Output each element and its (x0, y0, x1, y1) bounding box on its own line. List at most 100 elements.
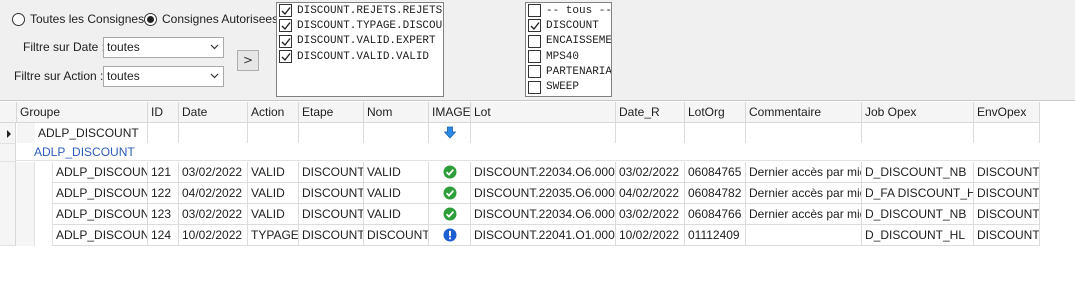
column-header-id[interactable]: ID (148, 102, 179, 123)
cell-date-r[interactable]: 03/02/2022 (616, 204, 685, 225)
apply-filter-button[interactable]: > (237, 50, 259, 71)
cell-date[interactable]: 03/02/2022 (179, 204, 248, 225)
filter-cell-groupe[interactable]: ADLP_DISCOUNT (35, 123, 148, 144)
cell-action[interactable]: VALID (248, 204, 299, 225)
column-header-etape[interactable]: Etape (299, 102, 364, 123)
column-header-image[interactable]: IMAGE (429, 102, 471, 123)
cell-groupe[interactable]: ADLP_DISCOUNT (53, 183, 148, 204)
consigne-item[interactable]: DISCOUNT.VALID.EXPERT (277, 34, 443, 49)
cell-nom[interactable]: VALID (364, 162, 429, 183)
row-indicator[interactable] (0, 144, 16, 162)
cell-date-r[interactable]: 04/02/2022 (616, 183, 685, 204)
filter-arrow-down-icon[interactable] (443, 126, 456, 139)
checkbox-unchecked[interactable] (528, 34, 541, 48)
cell-groupe[interactable]: ADLP_DISCOUNT (53, 204, 148, 225)
cell-envopex[interactable]: DISCOUNT (974, 225, 1040, 246)
cell-lot[interactable]: DISCOUNT.22034.O6.0002 (471, 204, 616, 225)
filter-cell-lotorg[interactable] (685, 123, 746, 144)
column-header-date[interactable]: Date (179, 102, 248, 123)
cell-envopex[interactable]: DISCOUNT (974, 183, 1040, 204)
group-item[interactable]: DISCOUNT (526, 18, 611, 33)
radio-circle-selected[interactable] (144, 12, 157, 26)
cell-lotorg[interactable]: 06084766 (685, 204, 746, 225)
group-item[interactable]: SWEEP (526, 79, 611, 94)
filter-cell-date[interactable] (179, 123, 248, 144)
column-header-lotorg[interactable]: LotOrg (685, 102, 746, 123)
cell-lotorg[interactable]: 01112409 (685, 225, 746, 246)
date-filter-select[interactable]: toutes (103, 37, 224, 58)
cell-image[interactable] (429, 225, 471, 246)
cell-date-r[interactable]: 03/02/2022 (616, 162, 685, 183)
cell-id[interactable]: 121 (148, 162, 179, 183)
checkbox-unchecked[interactable] (528, 4, 541, 18)
checkbox-checked[interactable] (279, 34, 292, 48)
consigne-item[interactable]: DISCOUNT.VALID.VALID (277, 49, 443, 64)
column-header-date-r[interactable]: Date_R (616, 102, 685, 123)
cell-lot[interactable]: DISCOUNT.22041.O1.0001 (471, 225, 616, 246)
group-item[interactable]: MPS40 (526, 49, 611, 64)
group-item[interactable]: -- tous -- (526, 3, 611, 18)
cell-job-opex[interactable]: D_DISCOUNT_HL (862, 225, 974, 246)
action-filter-select[interactable]: toutes (103, 66, 224, 87)
checkbox-checked[interactable] (279, 19, 292, 33)
cell-envopex[interactable]: DISCOUNT (974, 162, 1040, 183)
cell-etape[interactable]: DISCOUNT (299, 162, 364, 183)
filter-cell-date-r[interactable] (616, 123, 685, 144)
filter-cell-job-opex[interactable] (862, 123, 974, 144)
cell-lotorg[interactable]: 06084765 (685, 162, 746, 183)
group-row[interactable] (16, 143, 1040, 161)
filter-cell-lot[interactable] (471, 123, 616, 144)
cell-id[interactable]: 123 (148, 204, 179, 225)
cell-job-opex[interactable]: D_DISCOUNT_NB (862, 204, 974, 225)
cell-commentaire[interactable]: Dernier accès par mid (746, 183, 862, 204)
checkbox-checked[interactable] (279, 4, 292, 18)
data-grid[interactable]: Groupe ID Date Action Etape Nom IMAGE Lo… (0, 102, 1075, 291)
cell-date[interactable]: 04/02/2022 (179, 183, 248, 204)
cell-action[interactable]: TYPAGE (248, 225, 299, 246)
cell-nom[interactable]: VALID (364, 183, 429, 204)
cell-nom[interactable]: DISCOUNT (364, 225, 429, 246)
cell-image[interactable] (429, 204, 471, 225)
cell-action[interactable]: VALID (248, 183, 299, 204)
cell-commentaire[interactable]: Dernier accès par mid (746, 162, 862, 183)
cell-commentaire[interactable] (746, 225, 862, 246)
cell-date[interactable]: 03/02/2022 (179, 162, 248, 183)
group-row-label[interactable]: ADLP_DISCOUNT (34, 145, 135, 159)
cell-envopex[interactable]: DISCOUNT (974, 204, 1040, 225)
chevron-down-icon[interactable] (210, 71, 219, 80)
consignes-checklist[interactable]: DISCOUNT.REJETS.REJETS DISCOUNT.TYPAGE.D… (276, 2, 444, 97)
filter-cell-commentaire[interactable] (746, 123, 862, 144)
cell-image[interactable] (429, 183, 471, 204)
radio-all-consignes[interactable]: Toutes les Consignes (12, 11, 144, 27)
checkbox-unchecked[interactable] (528, 65, 541, 79)
radio-authorized-consignes[interactable]: Consignes Autorisees (144, 11, 278, 27)
cell-job-opex[interactable]: D_FA DISCOUNT_HL (862, 183, 974, 204)
cell-lotorg[interactable]: 06084782 (685, 183, 746, 204)
group-item[interactable]: ENCAISSEMENT (526, 34, 611, 49)
column-header-groupe[interactable]: Groupe (17, 102, 148, 123)
cell-id[interactable]: 124 (148, 225, 179, 246)
checkbox-unchecked[interactable] (528, 50, 541, 64)
filter-cell-nom[interactable] (364, 123, 429, 144)
cell-id[interactable]: 122 (148, 183, 179, 204)
checkbox-checked[interactable] (279, 50, 292, 64)
cell-action[interactable]: VALID (248, 162, 299, 183)
column-header-commentaire[interactable]: Commentaire (746, 102, 862, 123)
cell-etape[interactable]: DISCOUNT (299, 204, 364, 225)
cell-lot[interactable]: DISCOUNT.22035.O6.0001 (471, 183, 616, 204)
filter-cell-envopex[interactable] (974, 123, 1040, 144)
cell-date[interactable]: 10/02/2022 (179, 225, 248, 246)
group-item[interactable]: PARTENARIAT (526, 64, 611, 79)
cell-groupe[interactable]: ADLP_DISCOUNT (53, 162, 148, 183)
column-header-envopex[interactable]: EnvOpex (974, 102, 1040, 123)
cell-nom[interactable]: VALID (364, 204, 429, 225)
filter-cell-id[interactable] (148, 123, 179, 144)
cell-image[interactable] (429, 162, 471, 183)
consigne-item[interactable]: DISCOUNT.REJETS.REJETS (277, 3, 443, 18)
column-header-lot[interactable]: Lot (471, 102, 616, 123)
chevron-down-icon[interactable] (210, 42, 219, 51)
cell-groupe[interactable]: ADLP_DISCOUNT (53, 225, 148, 246)
cell-etape[interactable]: DISCOUNT (299, 225, 364, 246)
radio-circle[interactable] (12, 12, 25, 26)
checkbox-unchecked[interactable] (528, 80, 541, 94)
